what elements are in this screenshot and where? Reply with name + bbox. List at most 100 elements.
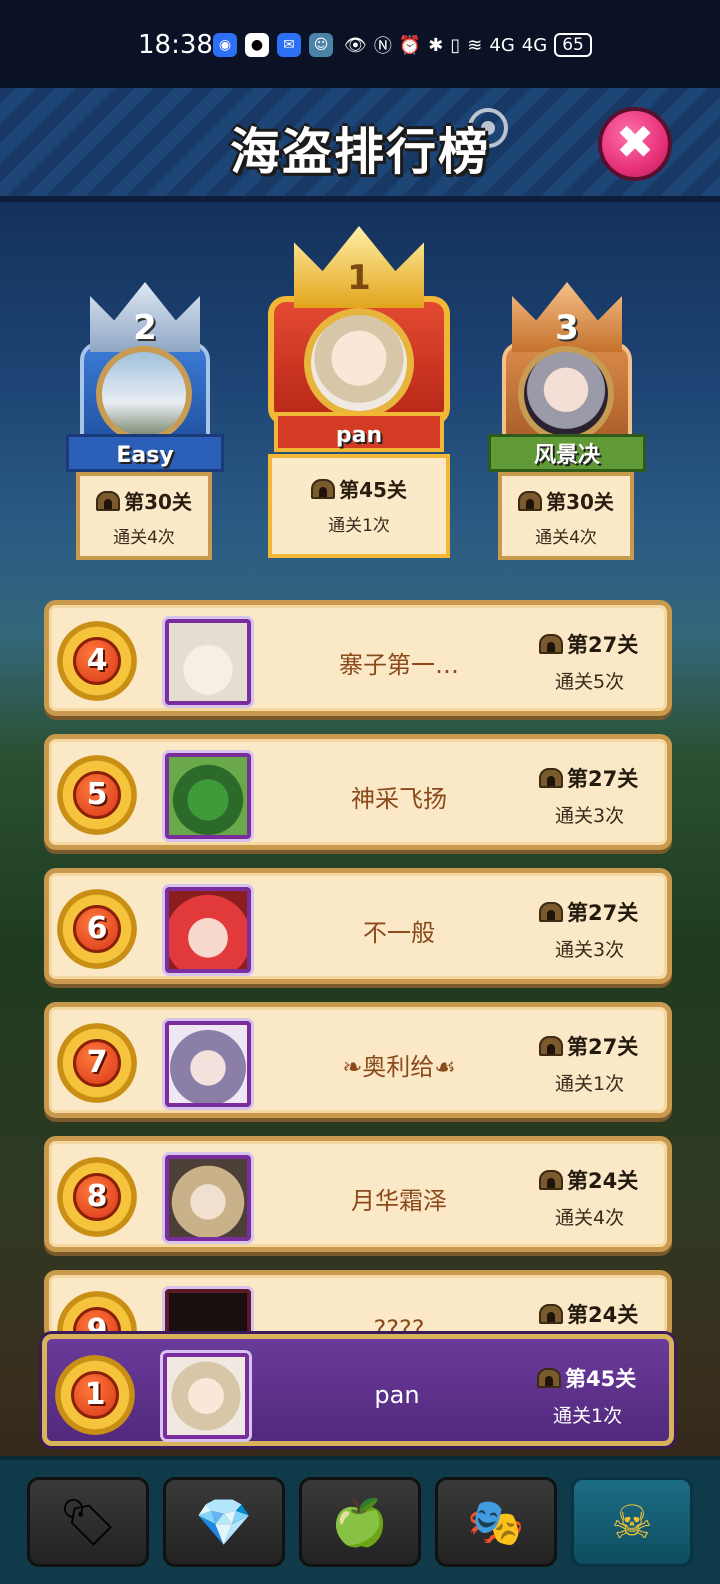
avatar bbox=[163, 1353, 249, 1439]
gate-icon bbox=[311, 478, 336, 499]
clear-count: 通关4次 bbox=[113, 528, 175, 548]
clear-count: 通关1次 bbox=[555, 1073, 625, 1095]
gate-icon bbox=[539, 1036, 563, 1056]
clear-count: 通关1次 bbox=[553, 1405, 623, 1427]
stage-level: 第24关 bbox=[567, 1169, 639, 1193]
podium-rank-2[interactable]: 2 Easy 第30关 通关4次 bbox=[66, 282, 224, 562]
status-time: 18:38 bbox=[138, 30, 213, 60]
avatar bbox=[96, 346, 192, 442]
avatar bbox=[304, 308, 414, 418]
silver-crown-icon: 2 bbox=[90, 282, 200, 352]
player-name: 月华霜泽 bbox=[351, 1187, 447, 1215]
clear-count: 通关3次 bbox=[555, 939, 625, 961]
player-name: 不一般 bbox=[363, 919, 435, 947]
rank-medal-icon: 7 bbox=[57, 1023, 137, 1103]
gate-icon bbox=[539, 1170, 563, 1190]
avatar bbox=[518, 346, 614, 442]
app-icon: ☺ bbox=[309, 33, 333, 57]
wifi-icon: ≋ bbox=[467, 34, 483, 56]
flourish-icon: ❧ bbox=[342, 1053, 363, 1081]
player-name: 寨子第一… bbox=[339, 651, 459, 679]
nav-tab-fruit[interactable]: 🍏 bbox=[299, 1477, 421, 1567]
podium-info: 第45关 通关1次 bbox=[268, 454, 450, 558]
list-item[interactable]: 9 ???? 第24关 bbox=[44, 1270, 672, 1340]
podium-info: 第30关 通关4次 bbox=[76, 472, 212, 560]
flourish-icon: ☙ bbox=[434, 1053, 456, 1081]
gold-crown-icon: 1 bbox=[294, 226, 424, 308]
gate-icon bbox=[539, 902, 563, 922]
avatar bbox=[165, 1021, 251, 1107]
avatar bbox=[165, 1155, 251, 1241]
gate-icon bbox=[518, 490, 543, 511]
stage-level: 第27关 bbox=[567, 767, 639, 791]
stage-level: 第27关 bbox=[567, 1035, 639, 1059]
podium-rank-1[interactable]: 1 pan 第45关 通关1次 bbox=[256, 226, 462, 562]
status-indicators: 👁 Ⓝ ⏰ ✱ ▯ ≋ 4G 4G 65 bbox=[344, 32, 592, 58]
avatar bbox=[165, 1289, 251, 1335]
bronze-crown-icon: 3 bbox=[512, 282, 622, 352]
player-name: 风景决 bbox=[488, 434, 646, 472]
status-bar: 18:38 ◉ ● ✉ ☺ 👁 Ⓝ ⏰ ✱ ▯ ≋ 4G 4G 65 bbox=[0, 0, 720, 88]
app-icon: ◉ bbox=[213, 33, 237, 57]
rank-medal-icon: 6 bbox=[57, 889, 137, 969]
nav-tab-mask[interactable]: 🎭 bbox=[435, 1477, 557, 1567]
demon-mask-icon: 🎭 bbox=[467, 1494, 525, 1549]
crystal-icon: 💎 bbox=[195, 1494, 253, 1549]
list-item[interactable]: 5 神采飞扬 第27关 通关3次 bbox=[44, 734, 672, 850]
message-icon: ✉ bbox=[277, 33, 301, 57]
notification-icons: ◉ ● ✉ ☺ bbox=[213, 33, 333, 57]
close-icon: ✖ bbox=[615, 115, 655, 169]
clear-count: 通关5次 bbox=[555, 671, 625, 693]
bottom-nav: 🏷 💎 🍏 🎭 ☠ bbox=[0, 1456, 720, 1584]
podium-rank-3[interactable]: 3 风景决 第30关 通关4次 bbox=[488, 282, 646, 562]
alarm-icon: ⏰ bbox=[398, 34, 422, 56]
nav-tab-dog-tag[interactable]: 🏷 bbox=[27, 1477, 149, 1567]
bluetooth-icon: ✱ bbox=[428, 34, 444, 56]
stage-level: 第30关 bbox=[546, 490, 614, 514]
podium-info: 第30关 通关4次 bbox=[498, 472, 634, 560]
player-name: ❧奥利给☙ bbox=[342, 1053, 456, 1081]
rank-medal-icon: 5 bbox=[57, 755, 137, 835]
clear-count: 通关3次 bbox=[555, 805, 625, 827]
list-item[interactable]: 6 不一般 第27关 通关3次 bbox=[44, 868, 672, 984]
rank-medal-icon: 8 bbox=[57, 1157, 137, 1237]
dog-tag-icon: 🏷 bbox=[58, 1494, 118, 1549]
rank-medal-icon: 4 bbox=[57, 621, 137, 701]
eye-icon: 👁 bbox=[344, 34, 367, 56]
stage-level: 第30关 bbox=[124, 490, 192, 514]
my-rank-row[interactable]: 1 pan 第45关 通关1次 bbox=[42, 1334, 674, 1446]
stage-level: 第45关 bbox=[339, 478, 407, 502]
avatar bbox=[165, 887, 251, 973]
stage-level: 第45关 bbox=[565, 1367, 637, 1391]
stage-level: 第27关 bbox=[567, 633, 639, 657]
avatar bbox=[165, 753, 251, 839]
battery-level: 65 bbox=[554, 33, 592, 57]
list-item[interactable]: 7 ❧奥利给☙ 第27关 通关1次 bbox=[44, 1002, 672, 1118]
player-name: pan bbox=[374, 1381, 420, 1409]
stage-level: 第24关 bbox=[567, 1303, 639, 1327]
fruit-icon: 🍏 bbox=[331, 1494, 389, 1549]
vibrate-icon: ▯ bbox=[450, 34, 461, 56]
close-button[interactable]: ✖ bbox=[598, 107, 672, 181]
gate-icon bbox=[539, 1304, 563, 1324]
player-name: 神采飞扬 bbox=[351, 785, 447, 813]
player-name: Easy bbox=[66, 434, 224, 472]
signal-2: 4G bbox=[521, 34, 548, 56]
list-item[interactable]: 4 寨子第一… 第27关 通关5次 bbox=[44, 600, 672, 716]
gate-icon bbox=[539, 768, 563, 788]
qq-icon: ● bbox=[245, 33, 269, 57]
nav-tab-crystal[interactable]: 💎 bbox=[163, 1477, 285, 1567]
stage-level: 第27关 bbox=[567, 901, 639, 925]
nav-tab-pirate[interactable]: ☠ bbox=[571, 1477, 693, 1567]
clear-count: 通关1次 bbox=[328, 516, 390, 536]
pirate-skull-icon: ☠ bbox=[611, 1495, 653, 1549]
rank-medal-icon: 9 bbox=[57, 1291, 137, 1335]
player-name: pan bbox=[274, 412, 444, 452]
clear-count: 通关4次 bbox=[535, 528, 597, 548]
signal-1: 4G bbox=[489, 34, 515, 56]
gate-icon bbox=[539, 634, 563, 654]
list-item[interactable]: 8 月华霜泽 第24关 通关4次 bbox=[44, 1136, 672, 1252]
gate-icon bbox=[537, 1368, 561, 1388]
gate-icon bbox=[96, 490, 121, 511]
rank-medal-icon: 1 bbox=[55, 1355, 135, 1435]
